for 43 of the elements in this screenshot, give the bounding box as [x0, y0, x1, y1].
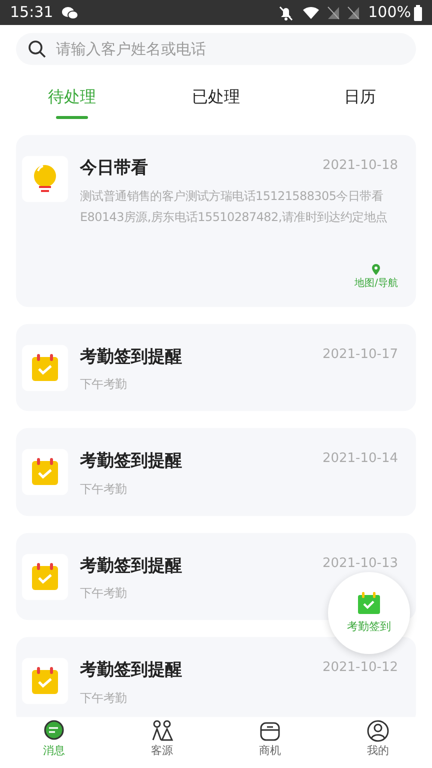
wifi-icon: [302, 6, 320, 20]
message-date: 2021-10-12: [322, 659, 398, 677]
message-title: 今日带看: [80, 157, 148, 180]
message-title: 考勤签到提醒: [80, 450, 182, 473]
message-text: 下午考勤: [80, 585, 127, 602]
map-navigation-link[interactable]: 地图/导航: [354, 264, 398, 290]
calendar-check-icon: [22, 658, 68, 704]
people-icon: [150, 719, 174, 743]
message-title: 考勤签到提醒: [80, 346, 182, 368]
tab[interactable]: 已处理: [192, 75, 240, 119]
chat-icon: [61, 6, 80, 20]
battery-icon: [414, 4, 422, 20]
message-date: 2021-10-18: [322, 157, 398, 175]
status-time: 15:31: [10, 2, 54, 24]
bell-off-icon: [278, 4, 294, 20]
message-text: 下午考勤: [80, 480, 127, 498]
message-date: 2021-10-13: [322, 554, 398, 572]
message-text: 下午考勤: [80, 690, 127, 706]
user-icon: [366, 719, 390, 743]
search-icon: [28, 40, 46, 58]
calendar-check-icon: [357, 590, 381, 615]
signal-icon: [346, 6, 360, 20]
calendar-check-icon: [22, 449, 68, 495]
calendar-check-icon: [22, 554, 68, 600]
signal-icon: [326, 6, 340, 20]
message-text: 测试普通销售的客户测试方瑞电话15121588305今日带看E80143房源,房东电话15510287482,请准时到达约定地点: [80, 188, 388, 226]
message-date: 2021-10-14: [322, 450, 398, 468]
tab[interactable]: 待处理: [48, 75, 96, 119]
nav-tab[interactable]: 商机: [216, 717, 324, 768]
message-text: 下午考勤: [80, 376, 127, 393]
message-date: 2021-10-17: [322, 346, 398, 364]
nav-tab[interactable]: 客源: [108, 717, 216, 768]
calendar-check-icon: [22, 344, 68, 390]
message-title: 考勤签到提醒: [80, 554, 182, 578]
tab[interactable]: 日历: [344, 75, 376, 119]
message-title: 考勤签到提醒: [80, 659, 182, 682]
nav-tab[interactable]: 我的: [324, 717, 432, 768]
lightbulb-icon: [22, 156, 68, 202]
search-field[interactable]: 请输入客户姓名或电话: [54, 36, 404, 62]
nav-tab[interactable]: 消息: [0, 717, 108, 768]
location-pin-icon: [371, 264, 382, 276]
battery-level: 100%: [368, 2, 411, 24]
search-bar[interactable]: 请输入客户姓名或电话: [16, 33, 416, 65]
